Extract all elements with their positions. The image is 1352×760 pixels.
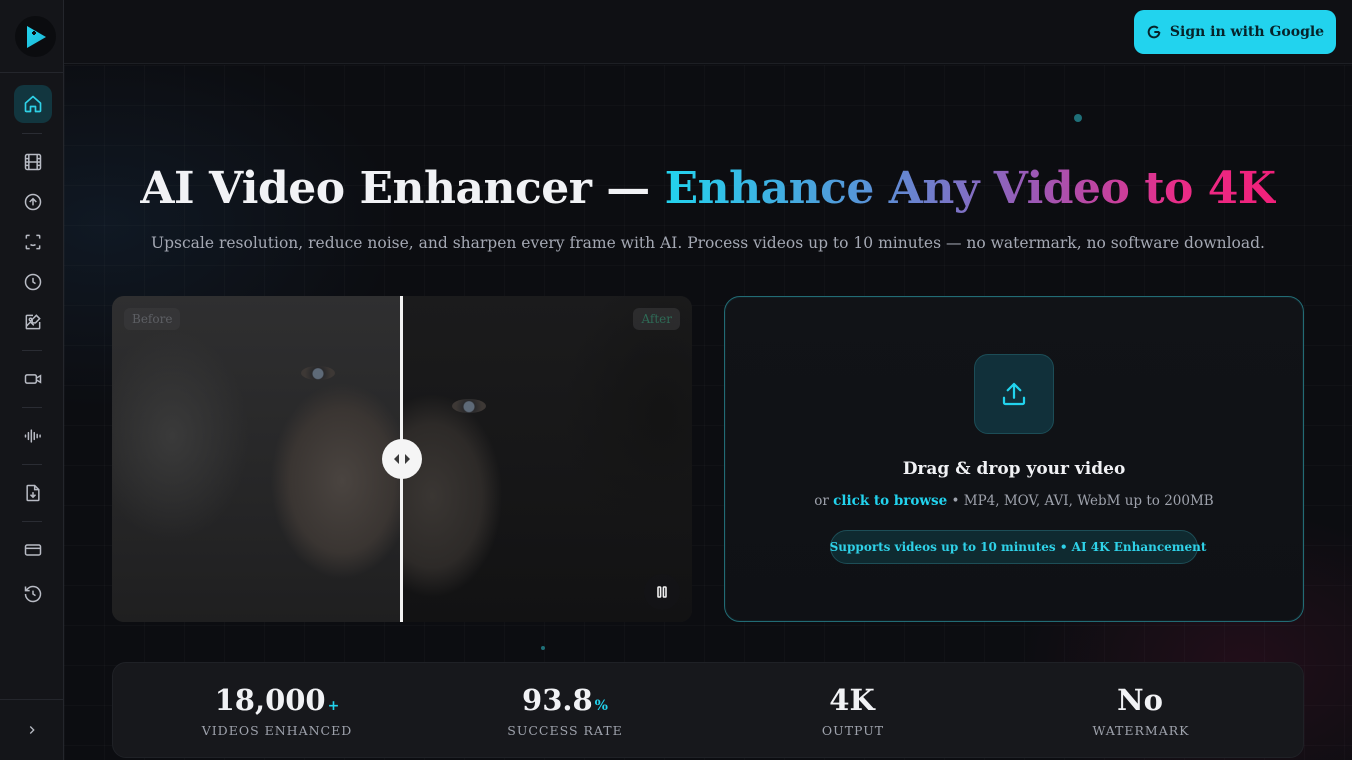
stat-watermark: No WATERMARK	[1041, 683, 1241, 738]
sidebar-item-audio[interactable]	[14, 417, 52, 455]
pause-button[interactable]	[644, 574, 680, 610]
top-bar: Sign in with Google	[64, 0, 1352, 64]
image-edit-icon	[25, 314, 41, 330]
stat-label: WATERMARK	[1092, 723, 1190, 738]
sidebar-item-download[interactable]	[14, 474, 52, 512]
video-camera-icon	[24, 374, 42, 384]
stat-success-rate: 93.8% SUCCESS RATE	[465, 683, 665, 738]
audio-wave-icon	[24, 429, 41, 443]
sidebar-item-clock[interactable]	[14, 263, 52, 301]
upload-icon	[1002, 382, 1026, 406]
pause-icon	[657, 586, 667, 598]
page-title: AI Video Enhancer — Enhance Any Video to…	[64, 163, 1352, 214]
before-after-comparison[interactable]: Before After	[112, 296, 692, 622]
stat-value: No	[1117, 683, 1163, 717]
sidebar-divider	[22, 521, 42, 522]
after-image	[402, 296, 692, 622]
clock-icon	[24, 273, 42, 291]
after-label: After	[633, 308, 680, 330]
home-icon	[24, 95, 42, 113]
decorative-dot	[1074, 114, 1082, 122]
feature-pill: Supports videos up to 10 minutes • AI 4K…	[830, 530, 1206, 564]
sidebar-item-video[interactable]	[14, 360, 52, 398]
decorative-dot	[541, 646, 545, 650]
app-logo[interactable]	[15, 16, 56, 57]
sidebar-expand-button[interactable]	[0, 699, 64, 760]
dropzone-formats: • MP4, MOV, AVI, WebM up to 200MB	[947, 493, 1214, 509]
title-plain: AI Video Enhancer —	[140, 163, 665, 214]
upload-circle-icon	[24, 193, 42, 211]
stat-value: 18,000 +	[214, 683, 340, 717]
sidebar-divider	[0, 72, 64, 73]
sidebar-divider	[22, 407, 42, 408]
google-icon	[1147, 25, 1161, 39]
sign-in-google-button[interactable]: Sign in with Google	[1134, 10, 1336, 54]
stat-value: 4K	[829, 683, 875, 717]
history-icon	[24, 585, 42, 603]
stats-bar: 18,000 + VIDEOS ENHANCED 93.8% SUCCESS RA…	[112, 662, 1304, 758]
sidebar-divider	[22, 133, 42, 134]
feature-pill-text: Supports videos up to 10 minutes • AI 4K…	[829, 540, 1207, 554]
dropzone-title: Drag & drop your video	[902, 459, 1126, 479]
film-icon	[24, 153, 42, 171]
sidebar-item-film[interactable]	[14, 143, 52, 181]
drag-arrows-icon	[394, 454, 410, 464]
page-subtitle: Upscale resolution, reduce noise, and sh…	[151, 234, 1265, 252]
stat-label: SUCCESS RATE	[507, 723, 623, 738]
stat-output: 4K OUTPUT	[753, 683, 953, 738]
browse-link[interactable]: click to browse	[833, 493, 947, 509]
sidebar-item-billing[interactable]	[14, 531, 52, 569]
sidebar-item-upload[interactable]	[14, 183, 52, 221]
sidebar-item-face-scan[interactable]	[14, 223, 52, 261]
upload-icon-box[interactable]	[974, 354, 1054, 434]
before-label: Before	[124, 308, 181, 330]
title-gradient: Enhance Any Video to 4K	[664, 163, 1277, 214]
upload-dropzone[interactable]: Drag & drop your video or click to brows…	[724, 296, 1304, 622]
chevron-right-icon	[29, 726, 35, 734]
dropzone-subtitle: or click to browse • MP4, MOV, AVI, WebM…	[725, 493, 1303, 509]
stat-label: OUTPUT	[821, 723, 885, 738]
sidebar-item-home[interactable]	[14, 85, 52, 123]
sidebar-divider	[22, 464, 42, 465]
comparison-slider-handle[interactable]	[382, 439, 422, 479]
play-logo-icon	[26, 25, 46, 48]
sidebar-divider	[22, 350, 42, 351]
stat-value: 93.8%	[522, 683, 608, 717]
sidebar	[0, 0, 64, 760]
eye-detail	[452, 399, 486, 413]
stat-videos-enhanced: 18,000 + VIDEOS ENHANCED	[177, 683, 377, 738]
sidebar-item-history[interactable]	[14, 575, 52, 613]
face-scan-icon	[25, 234, 41, 250]
before-image	[112, 296, 402, 622]
sidebar-item-image-edit[interactable]	[14, 303, 52, 341]
credit-card-icon	[24, 544, 42, 556]
dropzone-sub-prefix: or	[814, 493, 834, 509]
stat-label: VIDEOS ENHANCED	[201, 723, 353, 738]
eye-detail	[301, 366, 335, 380]
sign-in-label: Sign in with Google	[1169, 24, 1325, 40]
file-download-icon	[26, 484, 40, 502]
